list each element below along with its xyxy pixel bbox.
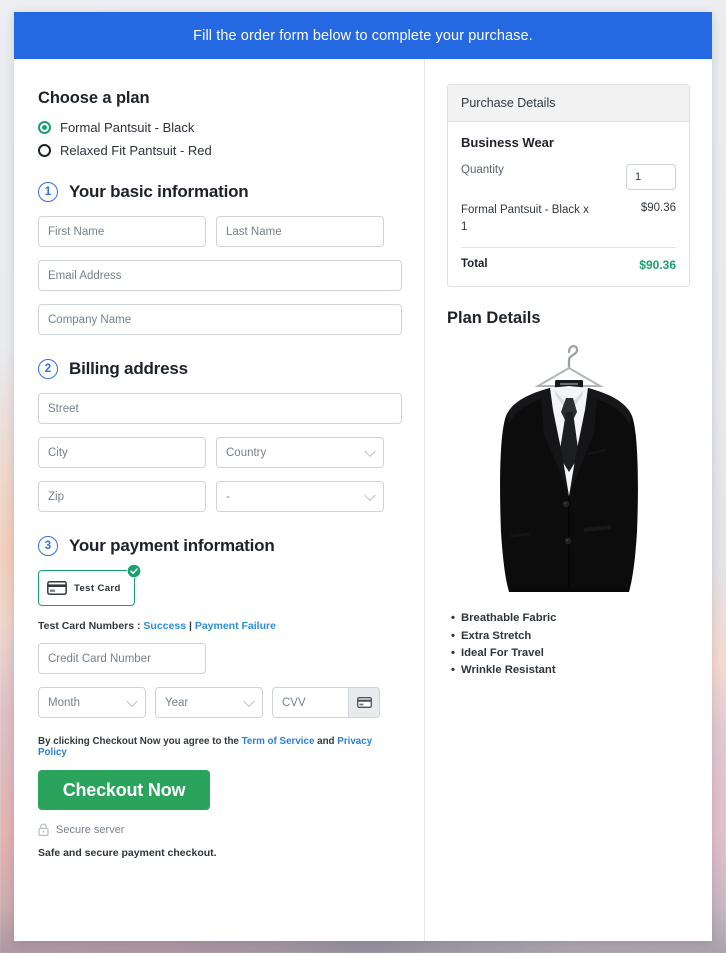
expiry-month-select[interactable]: Month xyxy=(38,687,146,718)
expiry-cvv-row: Month Year CVV xyxy=(38,687,402,718)
step-3-title: Your payment information xyxy=(69,536,275,555)
test-card-separator: | xyxy=(186,620,195,632)
cvv-input[interactable]: CVV xyxy=(273,697,348,709)
payment-method-label: Test Card xyxy=(74,582,121,594)
quantity-row: Quantity 1 xyxy=(461,164,676,190)
step-3-header: 3 Your payment information xyxy=(38,536,402,556)
plan-option-label: Relaxed Fit Pantsuit - Red xyxy=(60,143,212,158)
expiry-year-value: Year xyxy=(165,696,189,709)
list-item: Wrinkle Resistant xyxy=(451,662,690,679)
total-row: Total $90.36 xyxy=(461,258,676,272)
purchase-details-box: Purchase Details Business Wear Quantity … xyxy=(447,84,690,288)
country-select[interactable]: Country xyxy=(216,437,384,468)
company-name-input[interactable]: Company Name xyxy=(38,304,402,335)
card-body: Choose a plan Formal Pantsuit - Black Re… xyxy=(14,59,712,941)
state-select[interactable]: - xyxy=(216,481,384,512)
line-item-row: Formal Pantsuit - Black x 1 $90.36 xyxy=(461,202,676,235)
plan-option-formal-pantsuit-black[interactable]: Formal Pantsuit - Black xyxy=(38,120,402,135)
page-banner: Fill the order form below to complete yo… xyxy=(14,12,712,59)
plan-option-label: Formal Pantsuit - Black xyxy=(60,120,195,135)
card-number-row: Credit Card Number xyxy=(38,643,402,674)
step-number-badge: 1 xyxy=(38,182,58,202)
credit-card-icon xyxy=(47,581,67,595)
cvv-hint-icon[interactable] xyxy=(348,688,379,717)
chevron-down-icon xyxy=(364,489,376,501)
step-2-title: Billing address xyxy=(69,359,188,378)
list-item: Breathable Fabric xyxy=(451,610,690,627)
black-suit-on-hanger-icon xyxy=(499,345,638,593)
total-label: Total xyxy=(461,258,488,271)
plan-details-title: Plan Details xyxy=(447,309,541,328)
line-item-price: $90.36 xyxy=(640,202,676,214)
cvv-group: CVV xyxy=(272,687,380,718)
safe-checkout-note: Safe and secure payment checkout. xyxy=(38,847,217,859)
first-name-input[interactable]: First Name xyxy=(38,216,206,247)
credit-card-number-input[interactable]: Credit Card Number xyxy=(38,643,206,674)
summary-column: Purchase Details Business Wear Quantity … xyxy=(425,59,712,941)
street-field-row: Street xyxy=(38,393,402,424)
plan-option-relaxed-fit-pantsuit-red[interactable]: Relaxed Fit Pantsuit - Red xyxy=(38,143,402,158)
chevron-down-icon xyxy=(243,695,255,707)
payment-method-test-card[interactable]: Test Card xyxy=(38,564,141,606)
chevron-down-icon xyxy=(364,445,376,457)
last-name-input[interactable]: Last Name xyxy=(216,216,384,247)
test-card-prefix: Test Card Numbers : xyxy=(38,620,144,632)
street-input[interactable]: Street xyxy=(38,393,402,424)
plan-product-image xyxy=(447,336,690,598)
terms-agreement-line: By clicking Checkout Now you agree to th… xyxy=(38,736,402,758)
step-1-title: Your basic information xyxy=(69,182,249,201)
agree-prefix: By clicking Checkout Now you agree to th… xyxy=(38,736,242,747)
checkout-now-button[interactable]: Checkout Now xyxy=(38,770,210,810)
zip-state-row: Zip - xyxy=(38,481,402,512)
check-circle-icon xyxy=(127,564,141,578)
step-number-badge: 2 xyxy=(38,359,58,379)
state-select-value: - xyxy=(226,490,230,503)
email-field-row: Email Address xyxy=(38,260,402,291)
total-value: $90.36 xyxy=(639,258,676,273)
company-field-row: Company Name xyxy=(38,304,402,335)
purchase-details-body: Business Wear Quantity 1 Formal Pantsuit… xyxy=(448,122,689,286)
expiry-year-select[interactable]: Year xyxy=(155,687,263,718)
lock-icon xyxy=(38,823,49,836)
test-card-success-link[interactable]: Success xyxy=(143,620,186,632)
terms-of-service-link[interactable]: Term of Service xyxy=(242,736,315,747)
email-input[interactable]: Email Address xyxy=(38,260,402,291)
banner-text: Fill the order form below to complete yo… xyxy=(193,27,533,44)
purchase-details-header: Purchase Details xyxy=(448,85,689,122)
quantity-label: Quantity xyxy=(461,164,504,176)
name-field-row: First Name Last Name xyxy=(38,216,402,247)
country-select-value: Country xyxy=(226,446,267,459)
checkout-card: Fill the order form below to complete yo… xyxy=(14,12,712,941)
radio-unselected-icon[interactable] xyxy=(38,144,51,157)
step-1-header: 1 Your basic information xyxy=(38,182,402,202)
quantity-input[interactable]: 1 xyxy=(626,164,676,190)
test-card-numbers-line: Test Card Numbers : Success | Payment Fa… xyxy=(38,620,402,632)
city-input[interactable]: City xyxy=(38,437,206,468)
summary-divider xyxy=(461,247,676,249)
step-number-badge: 3 xyxy=(38,536,58,556)
line-item-name: Formal Pantsuit - Black x 1 xyxy=(461,204,589,233)
choose-plan-title: Choose a plan xyxy=(38,89,150,107)
chevron-down-icon xyxy=(126,695,138,707)
radio-selected-icon[interactable] xyxy=(38,121,51,134)
secure-server-row: Secure server xyxy=(38,823,402,836)
secure-server-label: Secure server xyxy=(56,823,125,836)
zip-input[interactable]: Zip xyxy=(38,481,206,512)
test-card-failure-link[interactable]: Payment Failure xyxy=(195,620,276,632)
agree-middle: and xyxy=(314,736,338,747)
expiry-month-value: Month xyxy=(48,696,80,709)
step-2-header: 2 Billing address xyxy=(38,359,402,379)
order-form-column: Choose a plan Formal Pantsuit - Black Re… xyxy=(14,59,425,941)
purchased-plan-name: Business Wear xyxy=(461,135,554,150)
plan-feature-list: Breathable Fabric Extra Stretch Ideal Fo… xyxy=(447,610,690,679)
list-item: Ideal For Travel xyxy=(451,645,690,662)
city-country-row: City Country xyxy=(38,437,402,468)
list-item: Extra Stretch xyxy=(451,628,690,645)
